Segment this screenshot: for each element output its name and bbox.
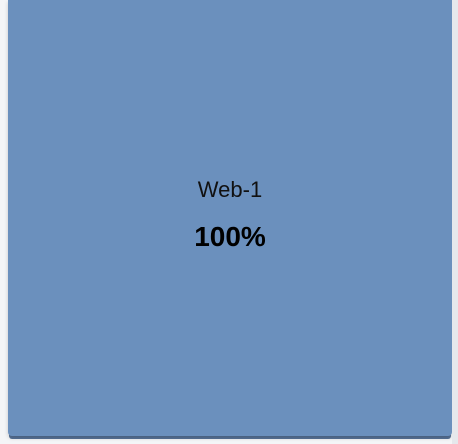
- tile-name: Web-1: [197, 177, 263, 202]
- scrollbar-gutter: [452, 0, 458, 444]
- dashboard-frame: Web-1 100%: [0, 0, 458, 444]
- status-tile-web-1[interactable]: Web-1 100%: [8, 0, 452, 436]
- tile-value: 100%: [194, 221, 266, 252]
